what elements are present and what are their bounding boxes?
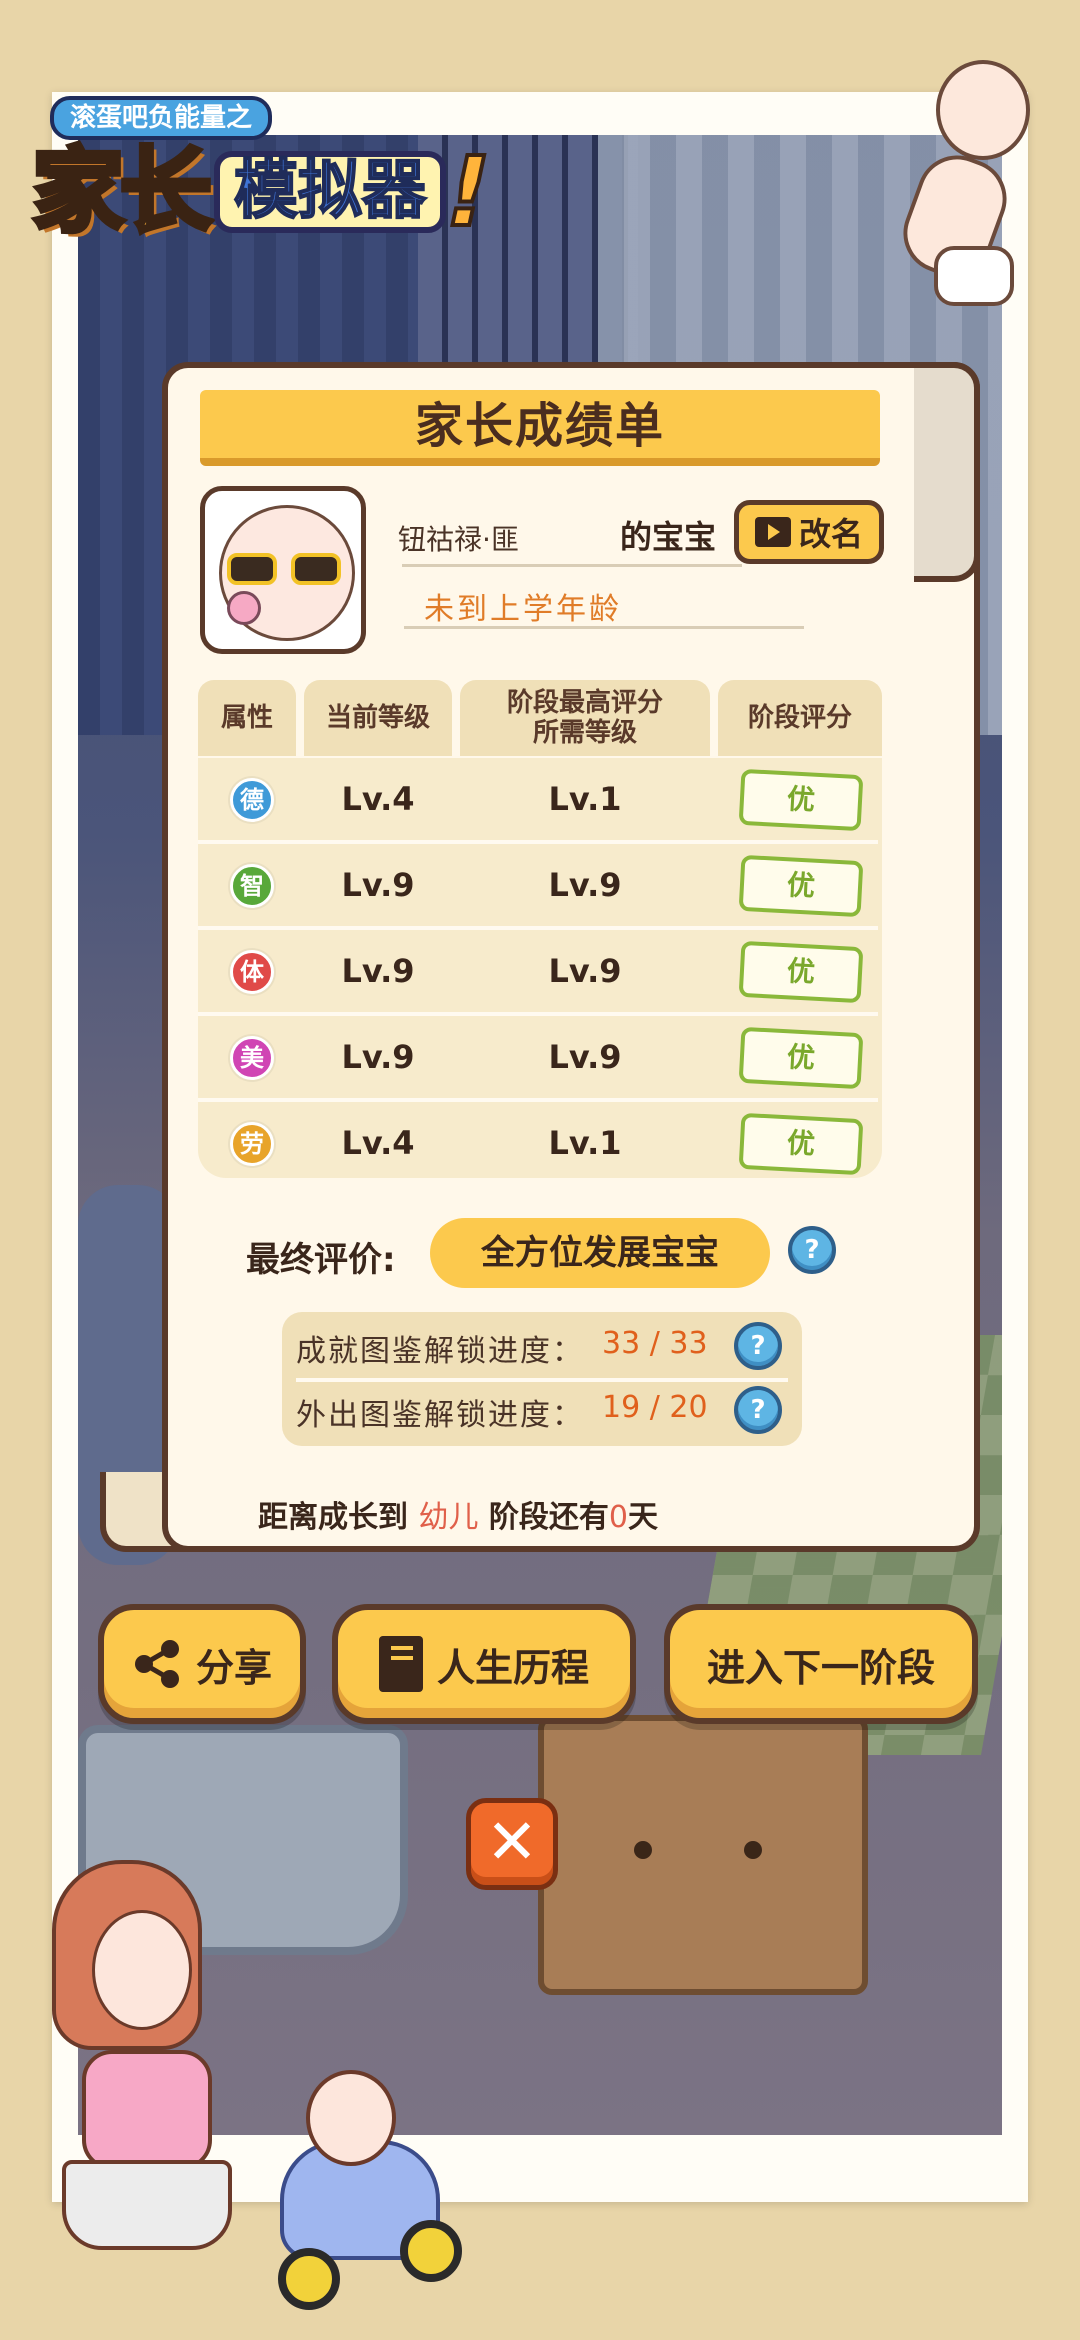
- attribute-table: 属性 当前等级 阶段最高评分 所需等级 阶段评分 德 Lv.4 Lv.1 优 智…: [198, 680, 882, 1178]
- attribute-badge: 美: [230, 1036, 274, 1080]
- baby-name-suffix: 的宝宝: [620, 518, 717, 556]
- header-current-level: 当前等级: [304, 680, 452, 756]
- next-stage-button[interactable]: 进入下一阶段: [664, 1604, 978, 1724]
- table-body: 德 Lv.4 Lv.1 优 智 Lv.9 Lv.9 优 体 Lv.9 Lv.9 …: [198, 758, 882, 1178]
- stroller-wheel: [278, 2248, 340, 2310]
- progress-divider: [296, 1378, 788, 1382]
- required-level: Lv.9: [548, 866, 622, 904]
- stroller-baby: [306, 2070, 396, 2166]
- table-row: 智 Lv.9 Lv.9 优: [198, 844, 882, 930]
- rename-label: 改名: [798, 515, 863, 553]
- countdown-middle: 阶段还有: [488, 1500, 609, 1535]
- life-history-label: 人生历程: [436, 1645, 589, 1690]
- required-level: Lv.9: [548, 952, 622, 990]
- outing-help-icon[interactable]: ?: [734, 1386, 782, 1434]
- close-button[interactable]: ✕: [466, 1798, 558, 1890]
- achievement-help-icon[interactable]: ?: [734, 1322, 782, 1370]
- current-level: Lv.9: [341, 866, 415, 904]
- countdown-suffix: 天: [628, 1500, 658, 1535]
- climbing-baby-illustration: [850, 56, 1050, 356]
- book-icon: [378, 1636, 423, 1692]
- video-ad-icon: [754, 517, 791, 547]
- final-evaluation-label: 最终评价:: [246, 1240, 396, 1280]
- header-required-level: 阶段最高评分 所需等级: [460, 680, 710, 756]
- grade-badge[interactable]: 优: [738, 940, 864, 1004]
- table-row: 美 Lv.9 Lv.9 优: [198, 1016, 882, 1102]
- countdown-prefix: 距离成长到: [258, 1500, 408, 1535]
- rename-button[interactable]: 改名: [734, 500, 884, 564]
- required-level: Lv.1: [548, 1124, 622, 1162]
- grade-badge[interactable]: 优: [738, 854, 864, 918]
- current-level: Lv.9: [341, 952, 415, 990]
- mom-face: [92, 1910, 192, 2030]
- table-row: 劳 Lv.4 Lv.1 优: [198, 1102, 882, 1188]
- mom-skirt: [62, 2160, 232, 2250]
- required-level: Lv.9: [548, 1038, 622, 1076]
- achievement-progress-label: 成就图鉴解锁进度：: [296, 1334, 584, 1369]
- table-row: 体 Lv.9 Lv.9 优: [198, 930, 882, 1016]
- outing-progress-value: 19 / 20: [602, 1390, 708, 1425]
- attribute-badge: 智: [230, 864, 274, 908]
- attribute-badge: 劳: [230, 1122, 274, 1166]
- baby-name: 钮祜禄·匪: [398, 523, 519, 556]
- share-button[interactable]: 分享: [98, 1604, 306, 1724]
- countdown-stage: 幼儿: [418, 1500, 479, 1535]
- grade-badge[interactable]: 优: [738, 1112, 864, 1176]
- cat-box: [538, 1715, 868, 1995]
- baby-avatar: [200, 486, 366, 654]
- cat-eye: [634, 1841, 652, 1859]
- baby-head: [936, 60, 1030, 160]
- countdown-days: 0: [608, 1500, 628, 1535]
- grade-badge[interactable]: 优: [738, 1026, 864, 1090]
- stroller-wheel: [400, 2220, 462, 2282]
- name-underline: [402, 564, 742, 567]
- header-required-line1: 阶段最高评分: [506, 688, 663, 718]
- game-logo: 滚蛋吧负能量之 家长 模拟器 !: [29, 96, 532, 256]
- life-history-button[interactable]: 人生历程: [332, 1604, 636, 1724]
- logo-title: 家长 模拟器 !: [29, 134, 503, 250]
- header-required-line2: 所需等级: [532, 718, 637, 748]
- header-stage-grade: 阶段评分: [718, 680, 882, 756]
- required-level: Lv.1: [548, 780, 622, 818]
- table-header: 属性 当前等级 阶段最高评分 所需等级 阶段评分: [198, 680, 882, 758]
- pacifier-icon: [227, 591, 261, 625]
- card-page-flap: [914, 362, 980, 582]
- unlock-progress-panel: 成就图鉴解锁进度： 33 / 33 ? 外出图鉴解锁进度： 19 / 20 ?: [282, 1312, 802, 1446]
- achievement-progress-value: 33 / 33: [602, 1326, 708, 1361]
- cat-eye: [744, 1841, 762, 1859]
- current-level: Lv.4: [341, 1124, 415, 1162]
- table-row: 德 Lv.4 Lv.1 优: [198, 758, 882, 844]
- current-level: Lv.4: [341, 780, 415, 818]
- logo-title-right: 模拟器: [214, 151, 447, 233]
- attribute-badge: 德: [230, 778, 274, 822]
- final-evaluation-value: 全方位发展宝宝: [430, 1218, 770, 1288]
- current-level: Lv.9: [341, 1038, 415, 1076]
- outing-progress-label: 外出图鉴解锁进度：: [296, 1398, 584, 1433]
- baby-diaper: [934, 246, 1014, 306]
- share-icon: [132, 1639, 182, 1689]
- report-title: 家长成绩单: [200, 390, 880, 466]
- header-attribute: 属性: [198, 680, 296, 756]
- mom-shirt: [82, 2050, 212, 2170]
- share-label: 分享: [195, 1645, 272, 1690]
- status-underline: [404, 626, 804, 629]
- attribute-badge: 体: [230, 950, 274, 994]
- grade-badge[interactable]: 优: [738, 768, 864, 832]
- stroller-illustration: [270, 2050, 480, 2320]
- logo-title-left: 家长: [29, 138, 214, 245]
- stage-countdown: 距离成长到 幼儿 阶段还有0天: [258, 1492, 658, 1536]
- next-stage-label: 进入下一阶段: [706, 1645, 935, 1690]
- sunglasses-icon: [223, 553, 345, 585]
- logo-subtitle: 滚蛋吧负能量之: [50, 96, 273, 140]
- baby-age-status: 未到上学年龄: [424, 592, 622, 627]
- final-help-icon[interactable]: ?: [788, 1226, 836, 1274]
